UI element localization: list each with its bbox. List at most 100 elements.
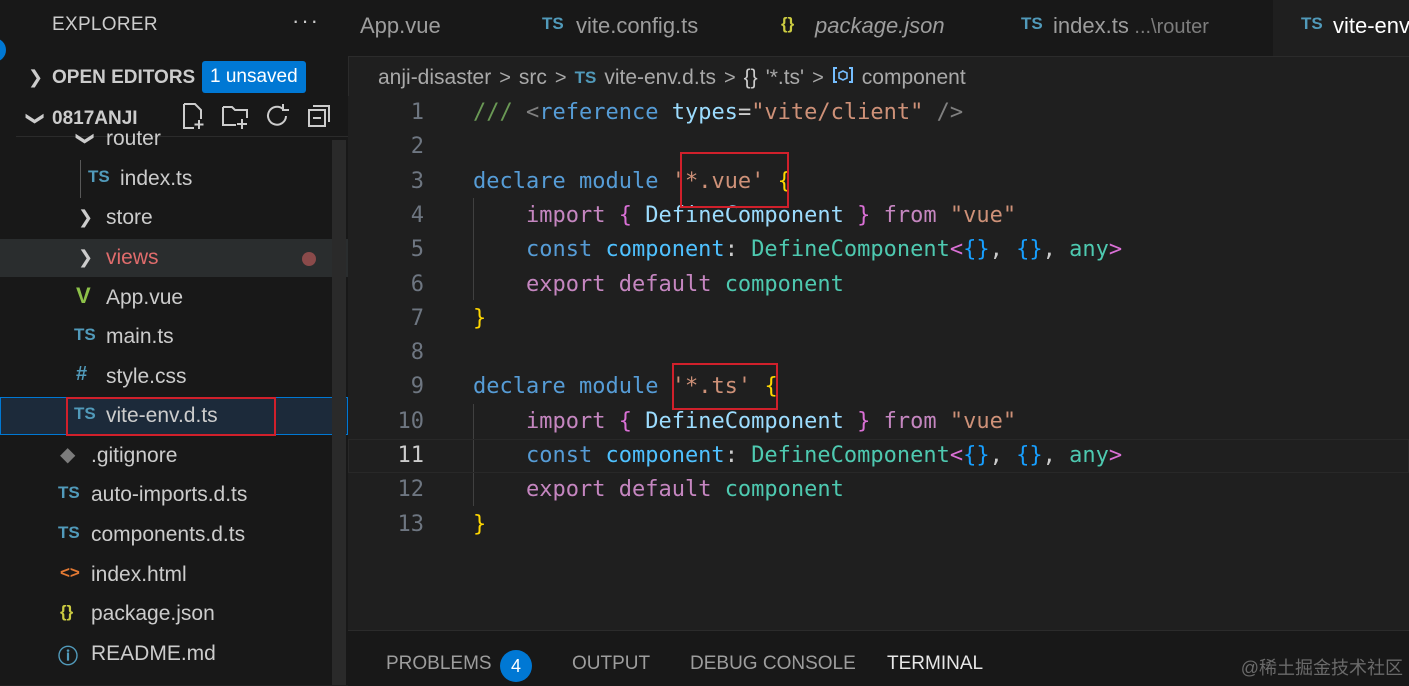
code-token: }: [857, 203, 871, 228]
variable-symbol-icon: [832, 66, 854, 90]
code-token: "vue": [949, 409, 1017, 434]
tree-item[interactable]: ❯ views: [0, 239, 348, 277]
tree-item[interactable]: <> index.html: [0, 556, 348, 594]
code-line[interactable]: 11 const component: DefineComponent<{}, …: [348, 439, 1409, 473]
code-token: ,: [989, 237, 1017, 262]
chevron-down-icon: ❯: [76, 130, 97, 147]
tree-item[interactable]: TS auto-imports.d.ts: [0, 476, 348, 514]
code-token: {}: [1016, 443, 1043, 468]
code-text: const component: DefineComponent<{}, {},…: [473, 443, 1122, 468]
typescript-file-icon: TS: [542, 14, 564, 33]
code-token: {}: [1016, 237, 1043, 262]
breadcrumb-item-folder[interactable]: src: [519, 66, 547, 90]
json-file-icon: {}: [60, 602, 74, 621]
code-editor[interactable]: 1/// <reference types="vite/client" /> 2 3…: [348, 96, 1409, 630]
editor-tab[interactable]: TS index.ts ...\router: [995, 0, 1274, 56]
line-number: 10: [397, 409, 425, 434]
code-token: :: [724, 237, 752, 262]
code-token: reference: [539, 100, 659, 125]
editor-tab-label: package.json: [815, 13, 945, 38]
code-token: default: [618, 477, 712, 502]
breadcrumb-item-project[interactable]: anji-disaster: [378, 66, 491, 90]
tree-item[interactable]: ⓘ README.md: [0, 635, 348, 673]
tree-item[interactable]: ❯ router: [0, 120, 348, 158]
code-line[interactable]: 12 export default component: [348, 473, 1409, 507]
line-number: 12: [397, 477, 425, 502]
code-line[interactable]: 1 /// <reference types="vite/client" />: [348, 96, 1409, 130]
editor-tab[interactable]: App.vue: [348, 0, 517, 56]
vue-file-icon: V: [76, 283, 91, 308]
tab-debug-console[interactable]: DEBUG CONSOLE: [690, 653, 856, 675]
tree-item[interactable]: TS index.ts: [0, 160, 348, 198]
highlight-box-ts-module: [672, 363, 778, 410]
tree-item[interactable]: V App.vue: [0, 279, 348, 317]
highlight-box-vue-module: [680, 152, 789, 208]
tree-item[interactable]: ❯ store: [0, 199, 348, 237]
json-file-icon: {}: [781, 14, 795, 33]
tab-problems[interactable]: PROBLEMS: [386, 653, 492, 675]
code-line[interactable]: 13}: [348, 508, 1409, 542]
line-number: 2: [410, 134, 424, 159]
code-text: import { DefineComponent } from "vue": [473, 409, 1016, 434]
code-token: export: [525, 272, 606, 297]
code-line[interactable]: 8: [348, 336, 1409, 370]
tree-item[interactable]: TS components.d.ts: [0, 516, 348, 554]
code-line[interactable]: 3 declare module '*.vue' {: [348, 165, 1409, 199]
code-line[interactable]: 9 declare module '*.ts' {: [348, 370, 1409, 404]
more-actions-icon[interactable]: ···: [292, 8, 320, 34]
tree-item[interactable]: TS main.ts: [0, 318, 348, 356]
tree-item-label: .gitignore: [91, 444, 178, 467]
breadcrumb-item-symbol[interactable]: component: [862, 66, 966, 90]
open-editors-label: OPEN EDITORS: [52, 67, 196, 88]
tab-terminal[interactable]: TERMINAL: [887, 653, 983, 675]
code-text: export default component: [473, 477, 844, 502]
typescript-file-icon: TS: [88, 167, 110, 186]
code-token: DefineComponent: [645, 409, 844, 434]
sidebar-scrollbar[interactable]: [332, 140, 346, 685]
code-token: DefineComponent: [751, 443, 950, 468]
code-line[interactable]: 6 export default component: [348, 268, 1409, 302]
editor-tabs: App.vue TS vite.config.ts {} package.json TS i…: [348, 0, 1409, 57]
code-token: from: [883, 409, 937, 434]
code-text: const component: DefineComponent<{}, {},…: [473, 237, 1122, 262]
code-line[interactable]: 10 import { DefineComponent } from "vue": [348, 405, 1409, 439]
chevron-right-icon: ❯: [28, 67, 44, 87]
indent-guide: [80, 160, 81, 198]
code-line[interactable]: 4 import { DefineComponent } from "vue": [348, 199, 1409, 233]
tree-item-label: package.json: [91, 602, 215, 625]
breadcrumb-item-module[interactable]: '*.ts': [766, 66, 804, 90]
chevron-right-icon: ❯: [78, 207, 94, 227]
tree-item[interactable]: {} package.json: [0, 595, 348, 633]
tree-item[interactable]: ◆ .gitignore: [0, 437, 348, 475]
code-line[interactable]: 2: [348, 130, 1409, 164]
code-token: <: [525, 100, 540, 125]
code-line[interactable]: 5 const component: DefineComponent<{}, {…: [348, 233, 1409, 267]
code-token: ,: [1042, 443, 1070, 468]
code-token: component: [605, 443, 725, 468]
code-token: DefineComponent: [751, 237, 950, 262]
editor-tab[interactable]: {} package.json: [757, 0, 996, 56]
code-line[interactable]: 7}: [348, 302, 1409, 336]
modified-dot: [302, 252, 316, 266]
tab-output[interactable]: OUTPUT: [572, 653, 650, 675]
tree-item[interactable]: # style.css: [0, 358, 348, 396]
breadcrumb-item-file[interactable]: vite-env.d.ts: [604, 66, 716, 90]
code-token: }: [473, 306, 487, 331]
typescript-file-icon: TS: [1021, 14, 1043, 33]
editor-tab[interactable]: TS vite-env: [1273, 0, 1409, 56]
tree-item-label: README.md: [91, 642, 216, 665]
editor-tab[interactable]: TS vite.config.ts: [516, 0, 758, 56]
